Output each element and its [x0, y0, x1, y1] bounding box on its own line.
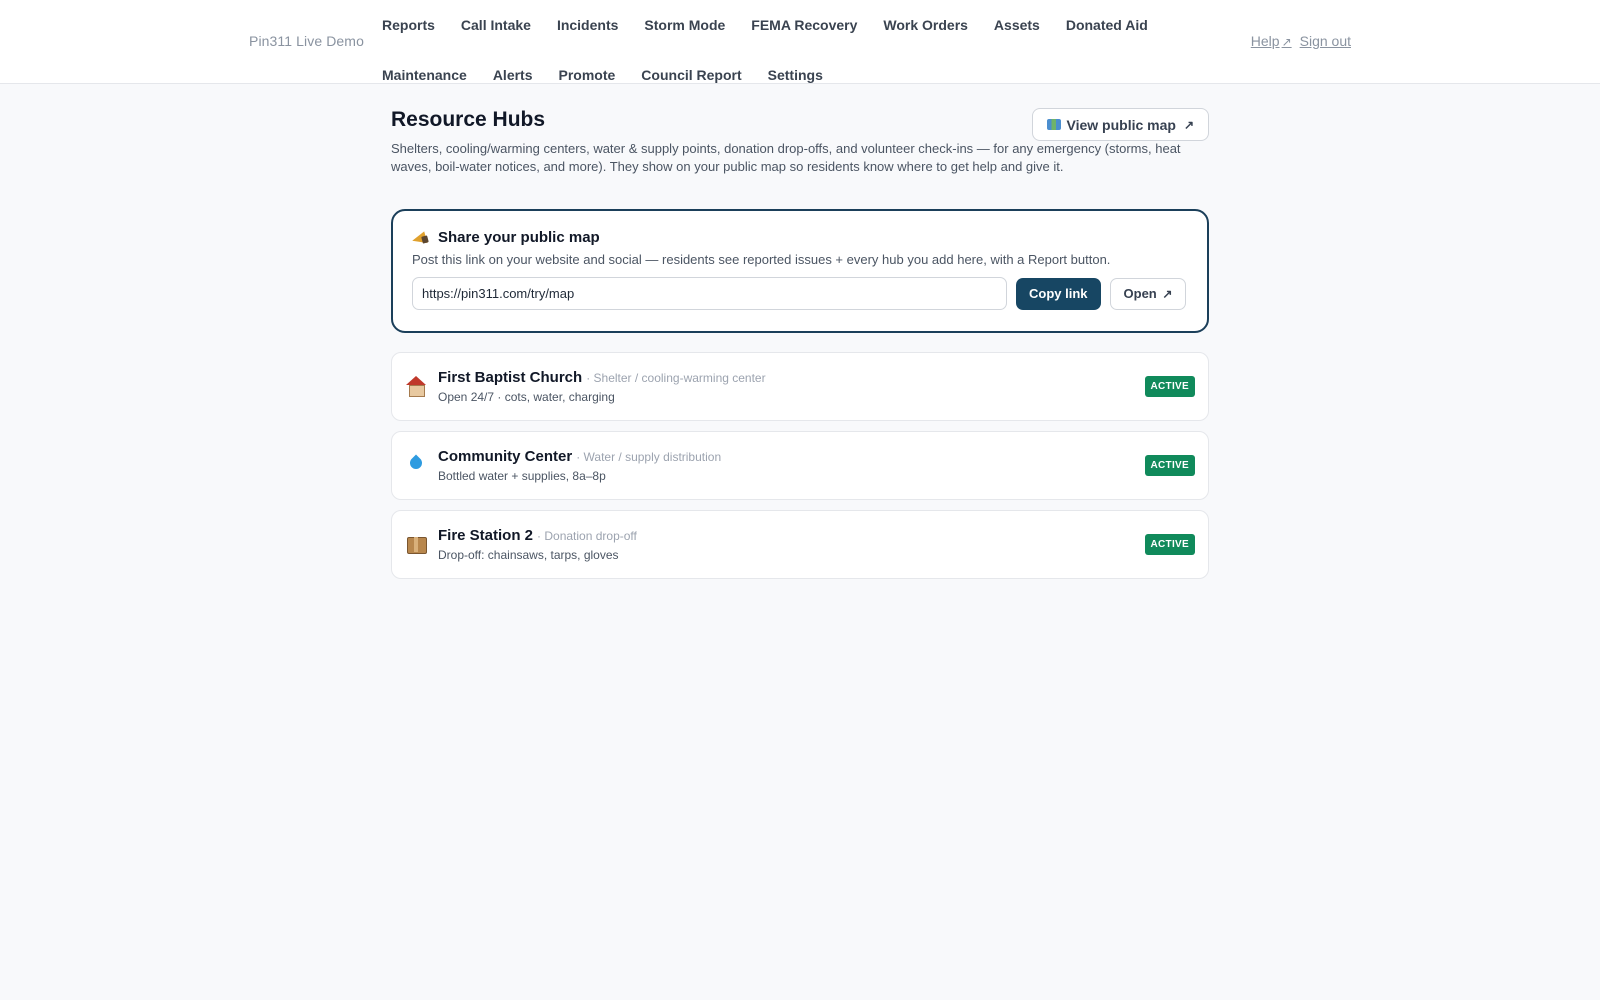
- share-title-text: Share your public map: [438, 229, 600, 246]
- share-public-map-card: Share your public map Post this link on …: [391, 209, 1209, 333]
- share-card-title: Share your public map: [412, 229, 1188, 246]
- account-links: Help ↗ Sign out: [1251, 33, 1351, 49]
- nav-call-intake[interactable]: Call Intake: [448, 9, 544, 41]
- map-icon: [1046, 119, 1061, 130]
- hub-name-line: Fire Station 2 · Donation drop-off: [438, 527, 637, 544]
- status-badge: ACTIVE: [1144, 534, 1195, 555]
- help-link[interactable]: Help ↗: [1251, 33, 1292, 49]
- nav-settings[interactable]: Settings: [755, 59, 836, 91]
- hub-text: Fire Station 2 · Donation drop-off Drop-…: [438, 527, 637, 562]
- external-link-icon: ↗: [1281, 35, 1292, 49]
- nav-assets[interactable]: Assets: [981, 9, 1053, 41]
- sign-out-link[interactable]: Sign out: [1300, 33, 1351, 49]
- nav-work-orders[interactable]: Work Orders: [870, 9, 981, 41]
- hub-name-line: Community Center · Water / supply distri…: [438, 448, 721, 465]
- main-content: Resource Hubs View public map ↗ Shelters…: [391, 104, 1209, 579]
- hub-row[interactable]: First Baptist Church · Shelter / cooling…: [391, 352, 1209, 421]
- nav-maintenance[interactable]: Maintenance: [369, 59, 480, 91]
- page-description: Shelters, cooling/warming centers, water…: [391, 141, 1181, 174]
- nav-reports[interactable]: Reports: [369, 9, 448, 41]
- main-nav: Reports Call Intake Incidents Storm Mode…: [369, 9, 1169, 91]
- open-map-label: Open: [1123, 286, 1157, 301]
- hub-name: Fire Station 2: [438, 527, 534, 544]
- hub-row[interactable]: Fire Station 2 · Donation drop-off Drop-…: [391, 510, 1209, 579]
- nav-incidents[interactable]: Incidents: [544, 9, 631, 41]
- external-link-icon: ↗: [1162, 287, 1173, 301]
- hub-type: · Donation drop-off: [537, 529, 637, 543]
- nav-donated-aid[interactable]: Donated Aid: [1053, 9, 1161, 41]
- hub-details: Drop-off: chainsaws, tarps, gloves: [438, 548, 619, 562]
- public-map-url-field[interactable]: [412, 277, 1007, 310]
- status-badge: ACTIVE: [1144, 455, 1195, 476]
- hub-details: Open 24/7 · cots, water, charging: [438, 390, 615, 404]
- open-map-button[interactable]: Open ↗: [1109, 277, 1187, 310]
- brand-name: Pin311 Live Demo: [249, 33, 364, 49]
- help-label: Help: [1250, 33, 1280, 49]
- top-navigation-bar: Pin311 Live Demo Reports Call Intake Inc…: [0, 0, 1600, 84]
- nav-fema-recovery[interactable]: FEMA Recovery: [738, 9, 870, 41]
- view-public-map-button[interactable]: View public map ↗: [1031, 108, 1209, 141]
- share-link-row: Copy link Open ↗: [412, 277, 1188, 310]
- hub-type: · Shelter / cooling-warming center: [586, 371, 766, 385]
- view-public-map-label: View public map: [1066, 116, 1176, 133]
- hub-type: · Water / supply distribution: [576, 450, 722, 464]
- nav-alerts[interactable]: Alerts: [480, 59, 546, 91]
- nav-council-report[interactable]: Council Report: [628, 59, 754, 91]
- nav-storm-mode[interactable]: Storm Mode: [631, 9, 738, 41]
- package-icon: [405, 533, 427, 555]
- hub-name-line: First Baptist Church · Shelter / cooling…: [438, 369, 766, 386]
- copy-link-button[interactable]: Copy link: [1016, 277, 1101, 310]
- water-drop-icon: [405, 454, 427, 476]
- hub-text: Community Center · Water / supply distri…: [438, 448, 721, 483]
- megaphone-icon: [412, 231, 430, 245]
- hub-list: First Baptist Church · Shelter / cooling…: [391, 352, 1209, 579]
- hub-details: Bottled water + supplies, 8a–8p: [438, 469, 606, 483]
- external-link-icon: ↗: [1183, 117, 1194, 132]
- page-header: Resource Hubs View public map ↗ Shelters…: [391, 108, 1209, 176]
- nav-promote[interactable]: Promote: [546, 59, 629, 91]
- hub-name: First Baptist Church: [438, 369, 583, 386]
- house-icon: [405, 375, 427, 397]
- hub-text: First Baptist Church · Shelter / cooling…: [438, 369, 766, 404]
- share-description: Post this link on your website and socia…: [412, 252, 1111, 267]
- hub-name: Community Center: [438, 448, 573, 465]
- hub-row[interactable]: Community Center · Water / supply distri…: [391, 431, 1209, 500]
- status-badge: ACTIVE: [1144, 376, 1195, 397]
